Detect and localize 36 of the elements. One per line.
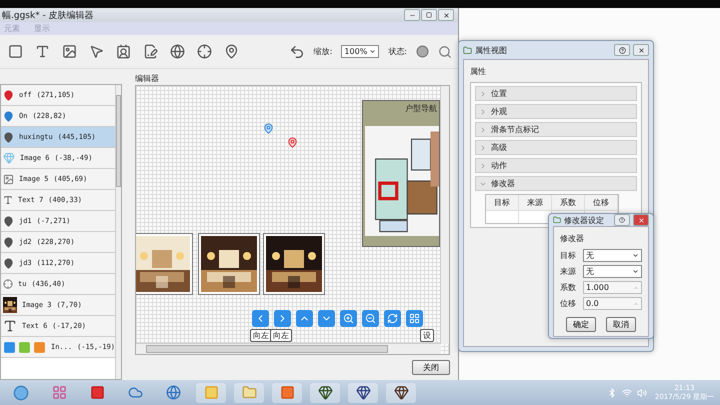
floorplan-title: 户型导航 (404, 103, 438, 115)
section-header[interactable]: 动作 (475, 158, 637, 173)
select-field[interactable]: 无 (583, 265, 642, 278)
tooltip: 设 (420, 329, 434, 342)
field-label: 目标 (560, 250, 577, 261)
zoom-select[interactable]: 100% (341, 45, 380, 58)
field-label: 位移 (560, 298, 577, 309)
field-label: 系数 (560, 282, 577, 293)
editor-label: 编辑器 (135, 73, 160, 85)
tooltip: 向左 (250, 329, 272, 342)
window-title: 幅.ggsk* - 皮肤编辑器 (2, 10, 94, 22)
group-title: 属性 (470, 66, 487, 78)
dialog-title: 修改器设定 (564, 214, 604, 226)
column-header: 系数 (552, 195, 585, 210)
field-label: 来源 (560, 266, 577, 277)
column-header: 来源 (519, 195, 552, 210)
column-header: 目标 (486, 195, 519, 210)
spin-field[interactable]: 1.000 (583, 281, 642, 294)
floorplan-panel[interactable]: 户型导航 (362, 100, 440, 247)
section-header[interactable]: 高级 (475, 140, 637, 155)
close-button[interactable]: 关闭 (412, 360, 450, 375)
zoom-label: 缩放: (314, 46, 332, 57)
section-header[interactable]: 修改器 (475, 176, 637, 191)
column-header: 位移 (585, 195, 618, 210)
spin-field[interactable]: 0.0 (583, 297, 642, 310)
select-field[interactable]: 无 (583, 249, 642, 262)
tooltip: 向左 (270, 329, 292, 342)
section-header[interactable]: 位置 (475, 86, 637, 101)
state-label: 状态: (388, 46, 407, 57)
section-header[interactable]: 滑条节点标记 (475, 122, 637, 137)
section-header[interactable]: 外观 (475, 104, 637, 119)
editor-canvas[interactable]: 户型导航 向左 向左 设 (135, 85, 450, 355)
dialog-button[interactable]: 确定 (566, 317, 596, 332)
window-title: 属性视图 (475, 44, 507, 56)
group-title: 修改器 (560, 233, 585, 245)
dialog-button[interactable]: 取消 (606, 317, 636, 332)
